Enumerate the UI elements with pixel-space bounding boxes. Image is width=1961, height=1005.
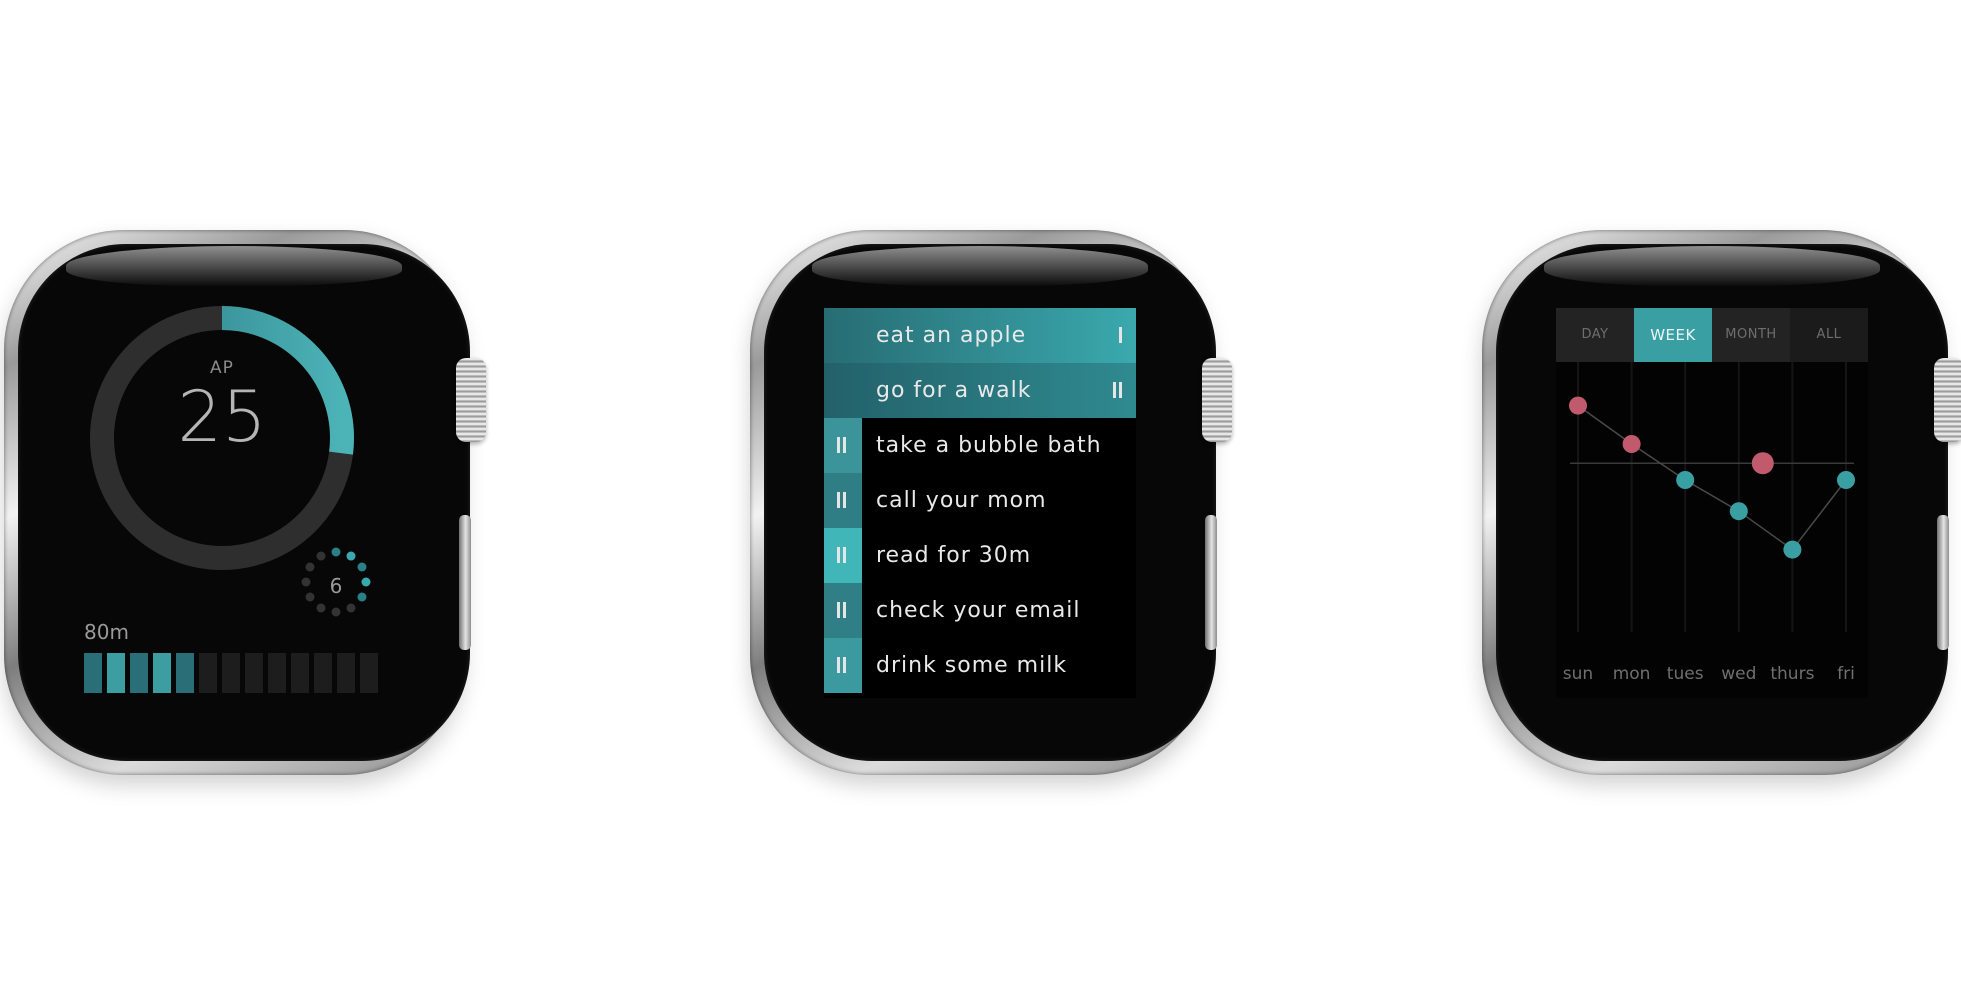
task-handle[interactable] bbox=[824, 583, 862, 638]
progress-dot bbox=[305, 592, 315, 602]
progress-dot bbox=[331, 607, 341, 617]
task-item[interactable]: check your email bbox=[824, 583, 1136, 638]
minute-bar bbox=[199, 653, 217, 693]
progress-dot bbox=[301, 577, 311, 587]
task-item[interactable]: call your mom bbox=[824, 473, 1136, 528]
data-point-highlight[interactable] bbox=[1751, 452, 1774, 475]
task-item[interactable]: eat an apple bbox=[824, 308, 1136, 363]
digital-crown[interactable] bbox=[456, 358, 486, 442]
minute-bar bbox=[291, 653, 309, 693]
task-label: take a bubble bath bbox=[876, 433, 1102, 458]
data-point[interactable] bbox=[1676, 471, 1695, 489]
task-label: check your email bbox=[876, 598, 1081, 623]
minute-bar bbox=[153, 653, 171, 693]
digital-crown[interactable] bbox=[1202, 358, 1232, 442]
small-count: 6 bbox=[329, 574, 343, 598]
segment-all[interactable]: ALL bbox=[1790, 308, 1868, 362]
progress-dot bbox=[316, 603, 326, 613]
screen-glare bbox=[812, 246, 1148, 286]
range-segmented-control: DAY WEEK MONTH ALL bbox=[1556, 308, 1868, 362]
segment-month[interactable]: MONTH bbox=[1712, 308, 1790, 362]
pause-icon bbox=[837, 602, 840, 618]
data-point[interactable] bbox=[1837, 471, 1855, 489]
minute-bar bbox=[245, 653, 263, 693]
pause-icon[interactable] bbox=[1113, 382, 1116, 398]
minute-bar bbox=[314, 653, 332, 693]
pause-icon bbox=[837, 657, 840, 673]
segment-day[interactable]: DAY bbox=[1556, 308, 1634, 362]
data-point[interactable] bbox=[1729, 502, 1748, 521]
progress-dot bbox=[357, 592, 367, 602]
task-handle[interactable] bbox=[824, 418, 862, 473]
x-tick-label: tues bbox=[1666, 664, 1704, 684]
watch-stats: DAY WEEK MONTH ALL sun mon tues wed thurs fri bbox=[1482, 230, 1961, 775]
digital-crown[interactable] bbox=[1934, 358, 1961, 442]
task-label: read for 30m bbox=[876, 543, 1032, 568]
x-tick-label: wed bbox=[1721, 664, 1757, 684]
task-list: eat an apple go for a walk take a bubble b… bbox=[824, 308, 1136, 698]
segment-week[interactable]: WEEK bbox=[1634, 308, 1712, 362]
minute-bar bbox=[337, 653, 355, 693]
progress-dot bbox=[316, 551, 326, 561]
task-label: eat an apple bbox=[876, 323, 1027, 348]
x-tick-label: fri bbox=[1837, 664, 1855, 684]
minute-bar bbox=[360, 653, 378, 693]
task-item[interactable]: take a bubble bath bbox=[824, 418, 1136, 473]
minute-bar bbox=[84, 653, 102, 693]
pause-icon bbox=[837, 437, 840, 453]
minute-bar bbox=[130, 653, 148, 693]
screen-glare bbox=[66, 246, 402, 286]
minute-bar bbox=[222, 653, 240, 693]
progress-dot bbox=[331, 547, 341, 557]
series-line bbox=[1577, 404, 1847, 551]
watch-timer: AP 25 6 80m bbox=[4, 230, 486, 775]
x-tick-label: sun bbox=[1562, 664, 1594, 684]
weekly-chart bbox=[1569, 362, 1855, 632]
stats-screen: DAY WEEK MONTH ALL sun mon tues wed thurs fri bbox=[1556, 308, 1868, 698]
data-point[interactable] bbox=[1569, 396, 1587, 415]
x-tick-label: mon bbox=[1612, 664, 1651, 684]
progress-dot bbox=[357, 562, 367, 572]
progress-dot bbox=[346, 603, 356, 613]
pause-icon bbox=[837, 547, 840, 563]
ring-value: 25 bbox=[177, 376, 267, 458]
side-button[interactable] bbox=[1205, 515, 1217, 650]
task-label: call your mom bbox=[876, 488, 1047, 513]
minutes-label: 80m bbox=[84, 620, 129, 644]
side-button[interactable] bbox=[1937, 515, 1949, 650]
data-point[interactable] bbox=[1622, 435, 1641, 453]
showcase-canvas: { "colors": { "accent": "#3a9fa3", "acce… bbox=[0, 0, 1961, 1005]
task-item[interactable]: drink some milk bbox=[824, 638, 1136, 693]
data-point[interactable] bbox=[1783, 540, 1802, 559]
screen-glare bbox=[1544, 246, 1880, 286]
task-item[interactable]: go for a walk bbox=[824, 363, 1136, 418]
minute-bar bbox=[268, 653, 286, 693]
x-tick-label: thurs bbox=[1770, 664, 1815, 684]
timer-screen: AP 25 6 80m bbox=[62, 298, 382, 698]
minutes-bars bbox=[84, 653, 378, 693]
minute-bar bbox=[176, 653, 194, 693]
ring-label: AP bbox=[210, 358, 234, 378]
watch-tasks: eat an apple go for a walk take a bubble b… bbox=[750, 230, 1232, 775]
task-handle[interactable] bbox=[824, 638, 862, 693]
task-label: go for a walk bbox=[876, 378, 1032, 403]
progress-dot bbox=[361, 577, 371, 587]
pause-icon bbox=[837, 492, 840, 508]
progress-dot bbox=[346, 551, 356, 561]
progress-dot bbox=[305, 562, 315, 572]
minute-bar bbox=[107, 653, 125, 693]
task-label: drink some milk bbox=[876, 653, 1068, 678]
task-item[interactable]: read for 30m bbox=[824, 528, 1136, 583]
task-handle[interactable] bbox=[824, 473, 862, 528]
task-handle[interactable] bbox=[824, 528, 862, 583]
side-button[interactable] bbox=[459, 515, 471, 650]
single-bar-icon[interactable] bbox=[1119, 327, 1122, 343]
